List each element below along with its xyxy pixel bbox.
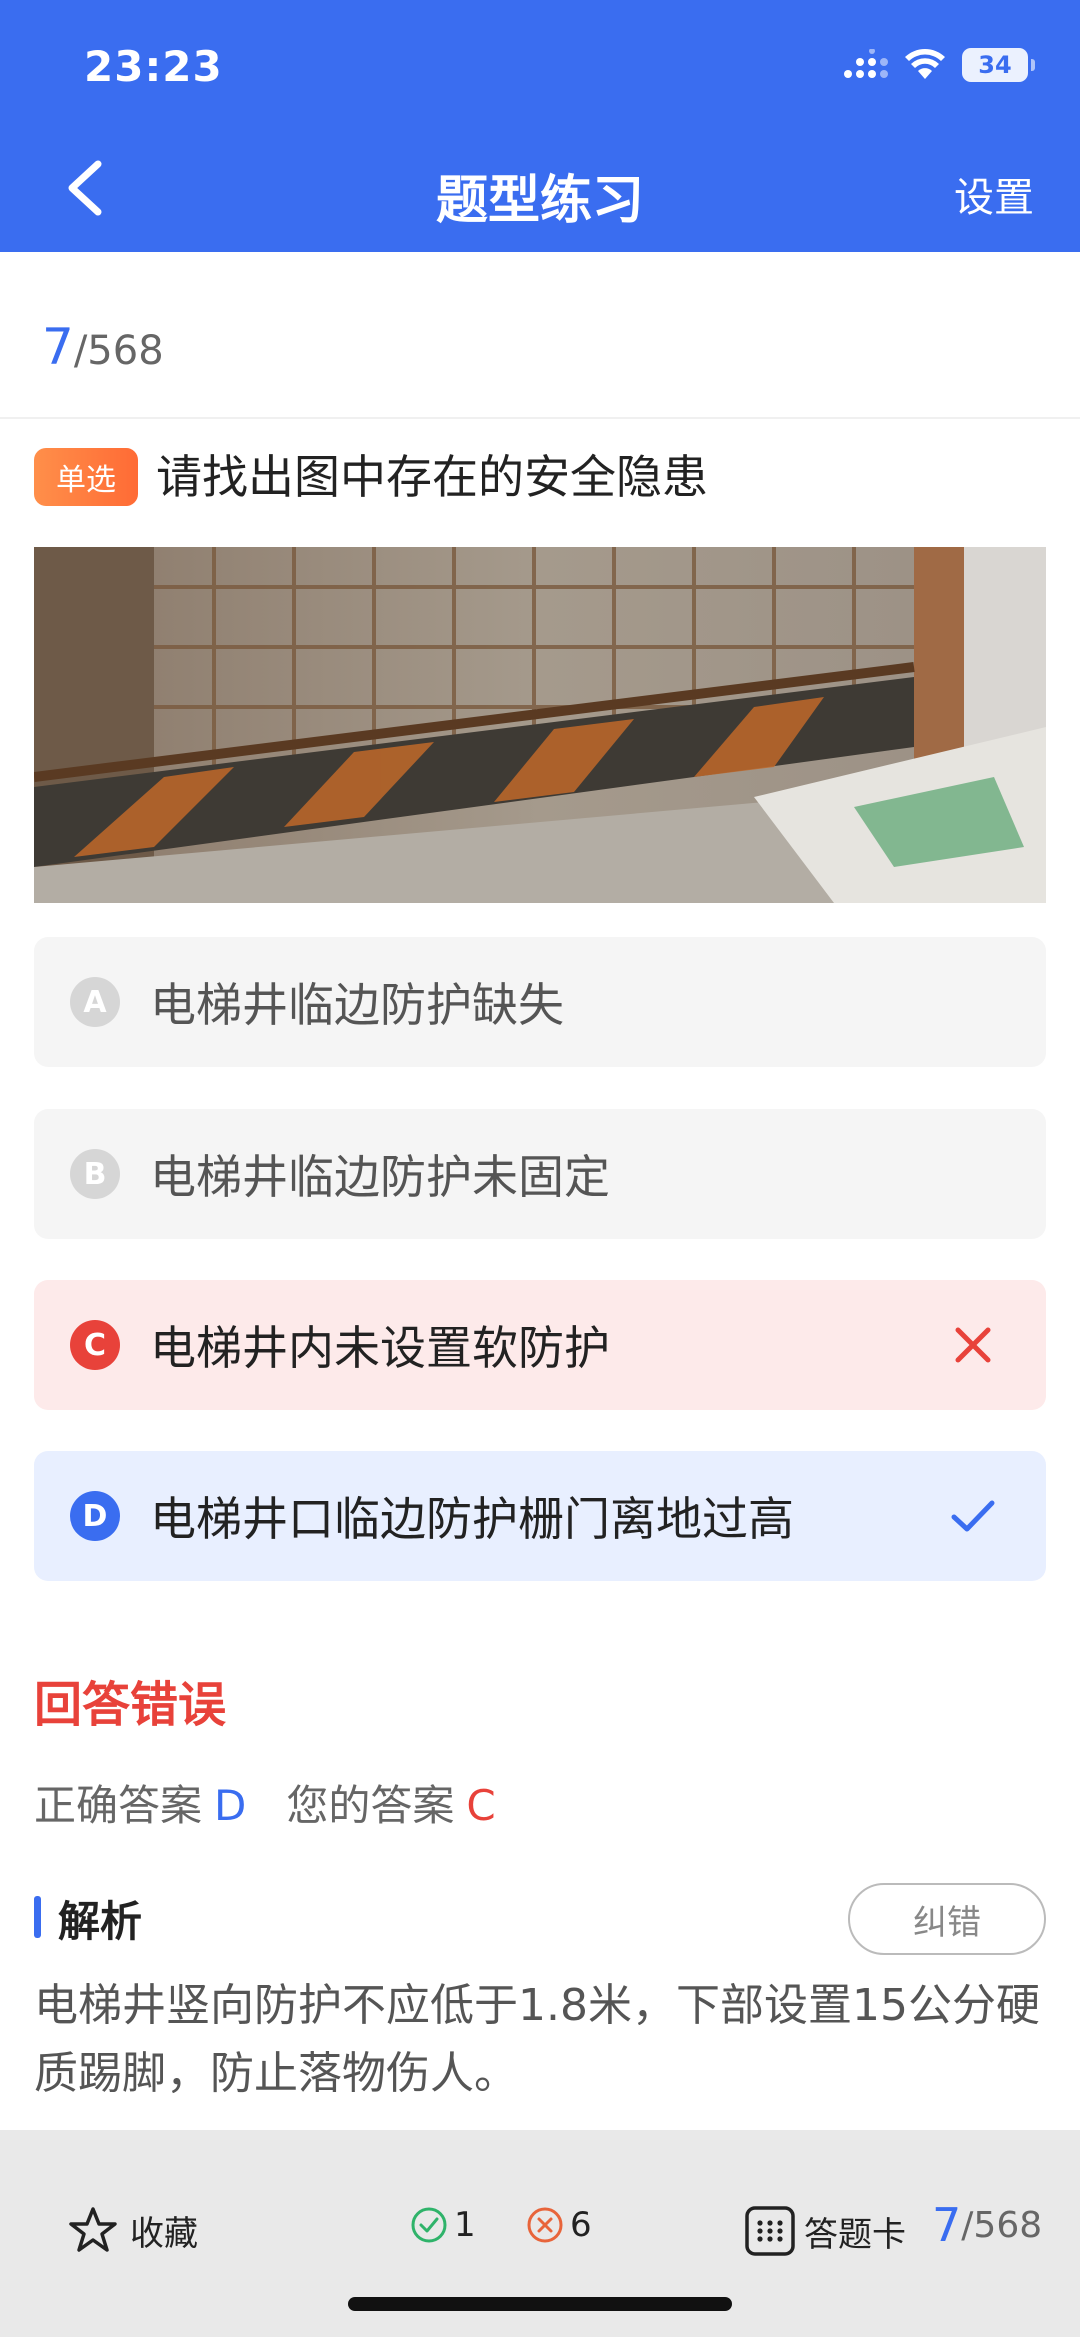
wrong-cross-icon bbox=[955, 1327, 991, 1363]
page-title: 题型练习 bbox=[435, 171, 644, 231]
analysis-accent-bar bbox=[34, 1896, 41, 1938]
answer-card-label: 答题卡 bbox=[804, 2214, 906, 2255]
correct-answer-value: D bbox=[214, 1781, 247, 1830]
wifi-icon bbox=[905, 49, 945, 79]
correct-circle-icon bbox=[411, 2207, 447, 2243]
favorite-label: 收藏 bbox=[130, 2213, 198, 2254]
option-a[interactable]: A 电梯井临边防护缺失 bbox=[34, 937, 1046, 1067]
signal-icon bbox=[844, 49, 888, 78]
option-text: 电梯井临边防护未固定 bbox=[150, 1150, 610, 1204]
correct-check-icon bbox=[951, 1500, 995, 1532]
user-answer-value: C bbox=[466, 1781, 496, 1830]
answer-summary: 正确答案 D 您的答案 C bbox=[34, 1772, 496, 1833]
question-progress: 7/568 bbox=[42, 318, 164, 376]
question-type-badge: 单选 bbox=[34, 448, 138, 506]
option-letter: B bbox=[70, 1149, 120, 1199]
option-d[interactable]: D 电梯井口临边防护栅门离地过高 bbox=[34, 1451, 1046, 1581]
question-photo bbox=[34, 547, 1046, 903]
grid-icon bbox=[745, 2206, 795, 2256]
divider bbox=[0, 417, 1080, 419]
header: 23:23 34 题型练习 设置 bbox=[0, 0, 1080, 252]
practice-page: 23:23 34 题型练习 设置 7/568 单选 请找出图中存在的安全隐患 A… bbox=[0, 0, 1080, 2337]
star-icon bbox=[69, 2207, 117, 2252]
wrong-circle-icon bbox=[527, 2207, 563, 2243]
bottom-progress-total: /568 bbox=[961, 2204, 1043, 2246]
favorite-button[interactable]: 收藏 bbox=[68, 2205, 198, 2255]
option-letter: A bbox=[70, 977, 120, 1027]
option-b[interactable]: B 电梯井临边防护未固定 bbox=[34, 1109, 1046, 1239]
wrong-count: 6 bbox=[526, 2205, 592, 2245]
analysis-title: 解析 bbox=[58, 1897, 143, 1946]
question-image[interactable] bbox=[34, 547, 1046, 903]
settings-button[interactable]: 设置 bbox=[954, 165, 1034, 223]
analysis-text: 电梯井竖向防护不应低于1.8米，下部设置15公分硬质踢脚，防止落物伤人。 bbox=[34, 1980, 1040, 2099]
progress-total: /568 bbox=[73, 328, 164, 374]
correct-answer-label: 正确答案 bbox=[34, 1781, 203, 1830]
battery-icon: 34 bbox=[962, 48, 1035, 82]
answer-card-button[interactable]: 答题卡 bbox=[744, 2205, 906, 2257]
option-letter: D bbox=[70, 1491, 120, 1541]
correct-count: 1 bbox=[410, 2205, 476, 2245]
wrong-count-value: 6 bbox=[570, 2205, 592, 2245]
bottom-progress-current: 7 bbox=[932, 2198, 962, 2252]
correct-count-value: 1 bbox=[454, 2205, 476, 2245]
option-text: 电梯井临边防护缺失 bbox=[150, 978, 564, 1032]
home-indicator bbox=[348, 2297, 732, 2311]
report-error-button[interactable]: 纠错 bbox=[848, 1883, 1046, 1955]
progress-current: 7 bbox=[42, 318, 74, 376]
bottom-progress: 7/568 bbox=[932, 2198, 1042, 2252]
status-time: 23:23 bbox=[84, 42, 223, 91]
result-title: 回答错误 bbox=[34, 1677, 227, 1733]
option-c[interactable]: C 电梯井内未设置软防护 bbox=[34, 1280, 1046, 1410]
question-text: 请找出图中存在的安全隐患 bbox=[156, 450, 708, 504]
user-answer-label: 您的答案 bbox=[286, 1781, 455, 1830]
status-icons: 34 bbox=[842, 48, 1035, 82]
option-letter: C bbox=[70, 1320, 120, 1370]
option-text: 电梯井内未设置软防护 bbox=[150, 1321, 610, 1375]
option-text: 电梯井口临边防护栅门离地过高 bbox=[150, 1492, 794, 1546]
